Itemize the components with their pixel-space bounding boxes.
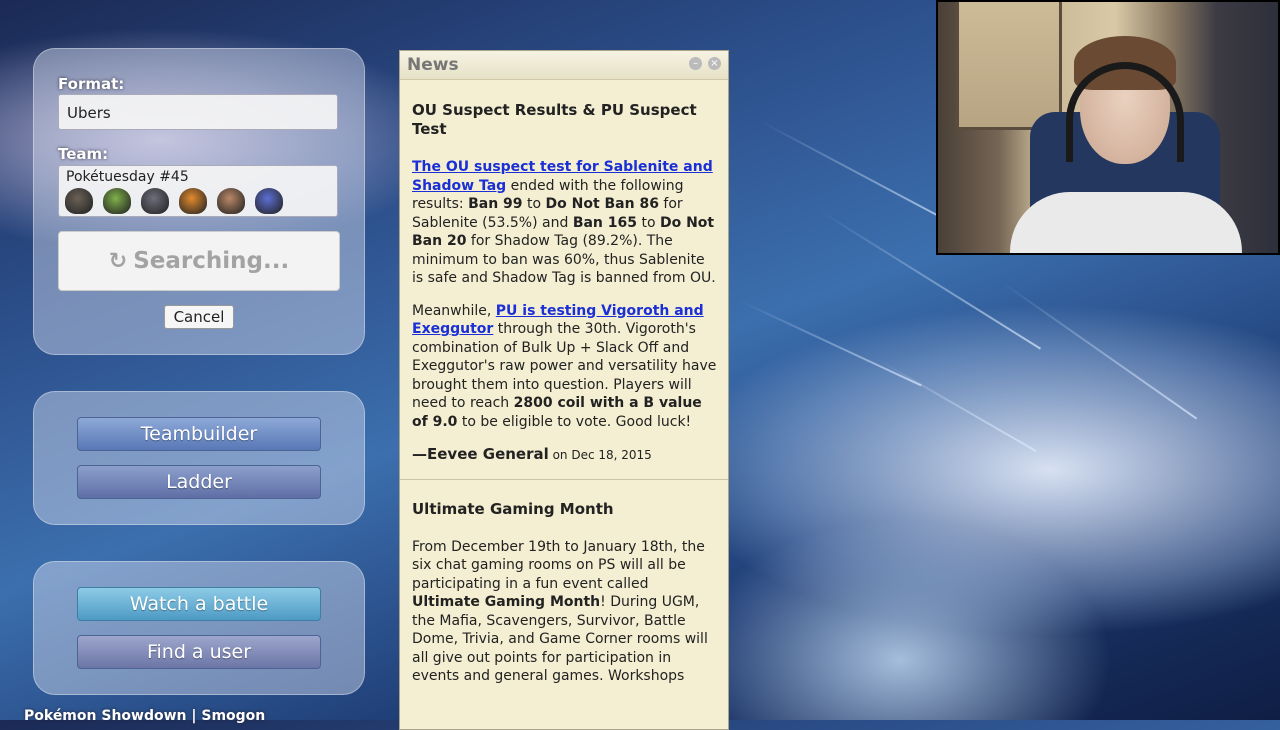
news-text: From December 19th to January 18th, the … xyxy=(412,538,705,592)
watch-battle-button[interactable]: Watch a battle xyxy=(77,587,321,621)
format-label: Format: xyxy=(58,75,125,93)
format-select[interactable]: Ubers xyxy=(58,94,338,130)
team-label: Team: xyxy=(58,145,109,163)
pokemon-sprite-icon xyxy=(255,188,283,214)
page: { "start_panel": { "format_label": "Form… xyxy=(0,0,1280,730)
news-signature: —Eevee General on Dec 18, 2015 xyxy=(412,445,718,465)
news-header: News – × xyxy=(400,51,728,80)
pokemon-sprite-icon xyxy=(141,188,169,214)
team-sprites xyxy=(65,188,283,214)
news-bold: Ban 99 xyxy=(468,196,523,212)
news-paragraph: The OU suspect test for Sablenite and Sh… xyxy=(412,158,718,288)
background-streak xyxy=(999,280,1198,420)
searching-label: Searching... xyxy=(133,248,290,274)
news-paragraph: Meanwhile, PU is testing Vigoroth and Ex… xyxy=(412,302,718,432)
main-menu-panel: Teambuilder Ladder xyxy=(33,391,365,525)
spinner-icon: ↻ xyxy=(108,248,128,274)
team-select[interactable]: Pokétuesday #45 xyxy=(58,165,338,217)
news-title: News xyxy=(407,55,459,75)
background-streak xyxy=(879,360,1037,452)
background-streak xyxy=(759,120,955,226)
webcam-person-shirt xyxy=(1010,192,1242,253)
news-headline: Ultimate Gaming Month xyxy=(412,499,614,518)
news-bold: Ban 165 xyxy=(572,214,637,231)
footer-links[interactable]: Pokémon Showdown | Smogon xyxy=(24,708,265,724)
team-name: Pokétuesday #45 xyxy=(66,169,189,185)
news-bold: Do Not Ban 86 xyxy=(545,196,659,212)
pokemon-sprite-icon xyxy=(103,188,131,214)
teambuilder-button[interactable]: Teambuilder xyxy=(77,417,321,451)
pokemon-sprite-icon xyxy=(179,188,207,214)
news-paragraph: From December 19th to January 18th, the … xyxy=(412,538,718,686)
ladder-button[interactable]: Ladder xyxy=(77,465,321,499)
news-text: Meanwhile, xyxy=(412,302,496,319)
pokemon-sprite-icon xyxy=(65,188,93,214)
news-text: to be eligible to vote. Good luck! xyxy=(457,413,692,430)
news-date: on Dec 18, 2015 xyxy=(548,448,652,462)
cancel-button[interactable]: Cancel xyxy=(164,305,234,329)
background-streak xyxy=(739,300,922,387)
find-user-button[interactable]: Find a user xyxy=(77,635,321,669)
close-icon[interactable]: × xyxy=(708,57,721,70)
webcam-background-door xyxy=(956,2,1062,130)
news-panel: News – × OU Suspect Results & PU Suspect… xyxy=(399,50,729,730)
news-text: to xyxy=(522,196,546,212)
minimize-icon[interactable]: – xyxy=(689,57,702,70)
social-menu-panel: Watch a battle Find a user xyxy=(33,561,365,695)
news-author: —Eevee General xyxy=(412,445,549,463)
news-content: OU Suspect Results & PU Suspect Test The… xyxy=(400,101,728,700)
pokemon-sprite-icon xyxy=(217,188,245,214)
news-divider xyxy=(400,478,728,480)
searching-button: ↻ Searching... xyxy=(58,231,340,291)
news-bold: Ultimate Gaming Month xyxy=(412,594,601,610)
webcam-overlay xyxy=(936,0,1280,255)
news-headline: OU Suspect Results & PU Suspect Test xyxy=(412,101,697,138)
news-text: to xyxy=(637,214,660,231)
battle-search-panel: Format: Ubers Team: Pokétuesday #45 ↻ Se… xyxy=(33,48,365,355)
